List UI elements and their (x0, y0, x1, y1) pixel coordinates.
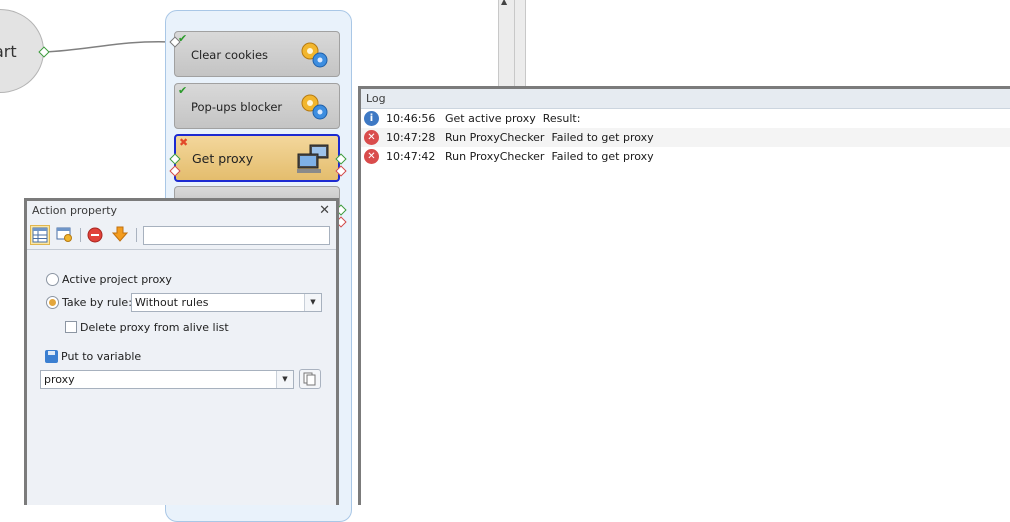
start-node-label: art (0, 42, 17, 61)
node-popups-blocker[interactable]: ✔ Pop-ups blocker (174, 83, 340, 129)
network-computers-icon (297, 144, 329, 173)
action-property-panel: Action property ✕ Active project proxy T… (24, 198, 339, 505)
rule-select[interactable]: Without rules ▼ (131, 293, 322, 312)
property-search-input[interactable] (143, 226, 330, 245)
property-grid-button[interactable] (30, 225, 50, 245)
toolbar-separator (80, 228, 81, 242)
delete-proxy-checkbox[interactable] (65, 321, 77, 333)
take-by-rule-radio[interactable] (46, 296, 59, 309)
window-settings-icon (56, 227, 72, 242)
log-entry[interactable]: ✕ 10:47:42 Run ProxyChecker Failed to ge… (361, 147, 1010, 166)
gears-icon (301, 94, 328, 120)
step-down-button[interactable] (111, 225, 131, 245)
log-message: Run ProxyChecker Failed to get proxy (445, 150, 654, 163)
success-check-icon: ✔ (178, 84, 188, 97)
rule-select-value: Without rules (135, 296, 209, 309)
delete-proxy-label: Delete proxy from alive list (80, 321, 229, 334)
property-toolbar (27, 221, 336, 250)
log-panel: Log i 10:46:56 Get active proxy Result: … (358, 86, 1010, 505)
dropdown-arrow-icon[interactable]: ▼ (304, 294, 321, 311)
save-variable-icon (45, 350, 58, 363)
close-icon[interactable]: ✕ (319, 201, 330, 221)
log-entry[interactable]: ✕ 10:47:28 Run ProxyChecker Failed to ge… (361, 128, 1010, 147)
log-entry[interactable]: i 10:46:56 Get active proxy Result: (361, 109, 1010, 128)
error-icon: ✕ (364, 130, 379, 145)
node-label: Pop-ups blocker (191, 100, 283, 114)
log-time: 10:47:28 (386, 131, 436, 144)
panel-header: Action property ✕ (27, 201, 336, 221)
settings-button[interactable] (55, 225, 75, 245)
log-message: Run ProxyChecker Failed to get proxy (445, 131, 654, 144)
splitter-scroll[interactable]: ▲ (498, 0, 526, 88)
node-label: Get proxy (192, 151, 254, 166)
error-icon: ✕ (364, 149, 379, 164)
copy-icon (303, 372, 316, 386)
dropdown-arrow-icon[interactable]: ▼ (276, 371, 293, 388)
node-clear-cookies[interactable]: ✔ Clear cookies (174, 31, 340, 77)
log-title: Log (361, 89, 1010, 109)
splitter-bar (514, 0, 515, 88)
node-get-proxy[interactable]: ✖ Get proxy (174, 134, 340, 182)
take-by-rule-label: Take by rule: (62, 296, 132, 309)
scroll-up-icon[interactable]: ▲ (501, 0, 507, 6)
table-icon (32, 227, 48, 243)
variable-select-value: proxy (44, 373, 75, 386)
arrow-down-icon (111, 226, 129, 242)
panel-title: Action property (32, 204, 118, 217)
log-time: 10:46:56 (386, 112, 436, 125)
toolbar-separator (136, 228, 137, 242)
copy-variable-button[interactable] (299, 369, 321, 389)
info-icon: i (364, 111, 379, 126)
log-message: Get active proxy Result: (445, 112, 581, 125)
active-project-proxy-label: Active project proxy (62, 273, 172, 286)
log-time: 10:47:42 (386, 150, 436, 163)
variable-select[interactable]: proxy ▼ (40, 370, 294, 389)
active-project-proxy-radio[interactable] (46, 273, 59, 286)
stop-button[interactable] (86, 225, 106, 245)
stop-icon (87, 227, 103, 243)
gears-icon (301, 42, 328, 68)
node-label: Clear cookies (191, 48, 269, 62)
put-to-variable-label: Put to variable (61, 350, 142, 363)
fail-mark-icon: ✖ (179, 136, 189, 149)
